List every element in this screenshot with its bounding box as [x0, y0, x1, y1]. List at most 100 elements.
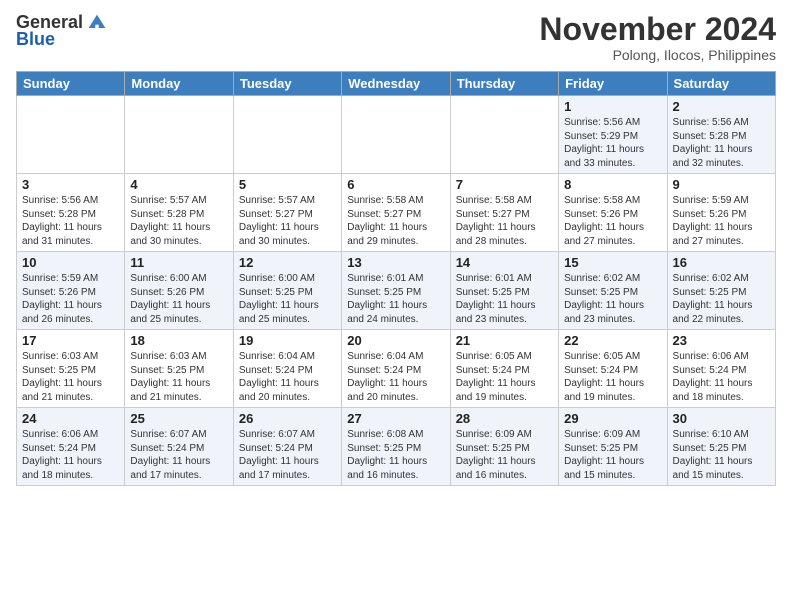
day-number: 26 — [239, 411, 336, 426]
cell-info: Sunrise: 6:02 AMSunset: 5:25 PMDaylight:… — [673, 272, 770, 326]
cell-info: Sunrise: 6:04 AMSunset: 5:24 PMDaylight:… — [347, 350, 444, 404]
logo: General Blue — [16, 12, 107, 50]
calendar-week-row: 17 Sunrise: 6:03 AMSunset: 5:25 PMDayligh… — [17, 330, 776, 408]
calendar-cell: 22 Sunrise: 6:05 AMSunset: 5:24 PMDayligh… — [559, 330, 667, 408]
day-number: 29 — [564, 411, 661, 426]
day-number: 4 — [130, 177, 227, 192]
calendar-cell: 6 Sunrise: 5:58 AMSunset: 5:27 PMDaylight… — [342, 174, 450, 252]
calendar-week-row: 1 Sunrise: 5:56 AMSunset: 5:29 PMDaylight… — [17, 96, 776, 174]
calendar-cell: 13 Sunrise: 6:01 AMSunset: 5:25 PMDayligh… — [342, 252, 450, 330]
calendar-page: General Blue November 2024 Polong, Iloco… — [0, 0, 792, 612]
calendar-cell: 27 Sunrise: 6:08 AMSunset: 5:25 PMDayligh… — [342, 408, 450, 486]
day-number: 27 — [347, 411, 444, 426]
calendar-header-row: SundayMondayTuesdayWednesdayThursdayFrid… — [17, 72, 776, 96]
calendar-cell: 7 Sunrise: 5:58 AMSunset: 5:27 PMDaylight… — [450, 174, 558, 252]
calendar-cell — [17, 96, 125, 174]
day-number: 24 — [22, 411, 119, 426]
cell-info: Sunrise: 6:05 AMSunset: 5:24 PMDaylight:… — [456, 350, 553, 404]
day-number: 2 — [673, 99, 770, 114]
day-number: 1 — [564, 99, 661, 114]
cell-info: Sunrise: 6:03 AMSunset: 5:25 PMDaylight:… — [22, 350, 119, 404]
calendar-cell: 9Sunrise: 5:59 AMSunset: 5:26 PMDaylight… — [667, 174, 775, 252]
cell-info: Sunrise: 6:10 AMSunset: 5:25 PMDaylight:… — [673, 428, 770, 482]
calendar-cell: 5 Sunrise: 5:57 AMSunset: 5:27 PMDaylight… — [233, 174, 341, 252]
calendar-cell — [125, 96, 233, 174]
day-number: 12 — [239, 255, 336, 270]
cell-info: Sunrise: 6:08 AMSunset: 5:25 PMDaylight:… — [347, 428, 444, 482]
day-number: 3 — [22, 177, 119, 192]
calendar-week-row: 10Sunrise: 5:59 AMSunset: 5:26 PMDayligh… — [17, 252, 776, 330]
calendar-cell: 12 Sunrise: 6:00 AMSunset: 5:25 PMDayligh… — [233, 252, 341, 330]
day-number: 23 — [673, 333, 770, 348]
day-number: 18 — [130, 333, 227, 348]
calendar-cell: 3 Sunrise: 5:56 AMSunset: 5:28 PMDaylight… — [17, 174, 125, 252]
day-number: 19 — [239, 333, 336, 348]
calendar-cell: 17 Sunrise: 6:03 AMSunset: 5:25 PMDayligh… — [17, 330, 125, 408]
day-number: 22 — [564, 333, 661, 348]
cell-info: Sunrise: 6:00 AMSunset: 5:26 PMDaylight:… — [130, 272, 227, 326]
logo-icon — [87, 13, 107, 33]
calendar-cell: 19 Sunrise: 6:04 AMSunset: 5:24 PMDayligh… — [233, 330, 341, 408]
calendar-cell: 25Sunrise: 6:07 AMSunset: 5:24 PMDayligh… — [125, 408, 233, 486]
cell-info: Sunrise: 6:04 AMSunset: 5:24 PMDaylight:… — [239, 350, 336, 404]
cell-info: Sunrise: 6:00 AMSunset: 5:25 PMDaylight:… — [239, 272, 336, 326]
cell-info: Sunrise: 6:06 AMSunset: 5:24 PMDaylight:… — [673, 350, 770, 404]
day-number: 8 — [564, 177, 661, 192]
location: Polong, Ilocos, Philippines — [539, 47, 776, 63]
calendar-week-row: 3 Sunrise: 5:56 AMSunset: 5:28 PMDaylight… — [17, 174, 776, 252]
cell-info: Sunrise: 6:07 AMSunset: 5:24 PMDaylight:… — [239, 428, 336, 482]
day-number: 15 — [564, 255, 661, 270]
day-of-week-header: Sunday — [17, 72, 125, 96]
cell-info: Sunrise: 6:06 AMSunset: 5:24 PMDaylight:… — [22, 428, 119, 482]
day-number: 14 — [456, 255, 553, 270]
calendar-cell: 21 Sunrise: 6:05 AMSunset: 5:24 PMDayligh… — [450, 330, 558, 408]
calendar-cell: 14Sunrise: 6:01 AMSunset: 5:25 PMDayligh… — [450, 252, 558, 330]
calendar-cell: 26 Sunrise: 6:07 AMSunset: 5:24 PMDayligh… — [233, 408, 341, 486]
day-of-week-header: Wednesday — [342, 72, 450, 96]
cell-info: Sunrise: 5:56 AMSunset: 5:28 PMDaylight:… — [22, 194, 119, 248]
day-number: 21 — [456, 333, 553, 348]
cell-info: Sunrise: 5:57 AMSunset: 5:28 PMDaylight:… — [130, 194, 227, 248]
cell-info: Sunrise: 6:09 AMSunset: 5:25 PMDaylight:… — [564, 428, 661, 482]
calendar-cell: 24 Sunrise: 6:06 AMSunset: 5:24 PMDayligh… — [17, 408, 125, 486]
month-title: November 2024 — [539, 12, 776, 47]
calendar-cell: 15 Sunrise: 6:02 AMSunset: 5:25 PMDayligh… — [559, 252, 667, 330]
day-of-week-header: Friday — [559, 72, 667, 96]
calendar-cell: 30 Sunrise: 6:10 AMSunset: 5:25 PMDayligh… — [667, 408, 775, 486]
calendar-cell: 28Sunrise: 6:09 AMSunset: 5:25 PMDayligh… — [450, 408, 558, 486]
day-number: 7 — [456, 177, 553, 192]
cell-info: Sunrise: 6:03 AMSunset: 5:25 PMDaylight:… — [130, 350, 227, 404]
cell-info: Sunrise: 5:58 AMSunset: 5:26 PMDaylight:… — [564, 194, 661, 248]
day-of-week-header: Saturday — [667, 72, 775, 96]
calendar-cell — [342, 96, 450, 174]
cell-info: Sunrise: 6:05 AMSunset: 5:24 PMDaylight:… — [564, 350, 661, 404]
cell-info: Sunrise: 5:58 AMSunset: 5:27 PMDaylight:… — [347, 194, 444, 248]
calendar-week-row: 24 Sunrise: 6:06 AMSunset: 5:24 PMDayligh… — [17, 408, 776, 486]
calendar-cell: 16 Sunrise: 6:02 AMSunset: 5:25 PMDayligh… — [667, 252, 775, 330]
header: General Blue November 2024 Polong, Iloco… — [16, 12, 776, 63]
day-of-week-header: Monday — [125, 72, 233, 96]
day-number: 6 — [347, 177, 444, 192]
day-number: 30 — [673, 411, 770, 426]
cell-info: Sunrise: 5:58 AMSunset: 5:27 PMDaylight:… — [456, 194, 553, 248]
day-number: 17 — [22, 333, 119, 348]
calendar-cell — [233, 96, 341, 174]
day-number: 9 — [673, 177, 770, 192]
day-number: 11 — [130, 255, 227, 270]
calendar-table: SundayMondayTuesdayWednesdayThursdayFrid… — [16, 71, 776, 486]
calendar-cell: 23 Sunrise: 6:06 AMSunset: 5:24 PMDayligh… — [667, 330, 775, 408]
cell-info: Sunrise: 5:56 AMSunset: 5:28 PMDaylight:… — [673, 116, 770, 170]
calendar-cell: 4 Sunrise: 5:57 AMSunset: 5:28 PMDaylight… — [125, 174, 233, 252]
day-number: 13 — [347, 255, 444, 270]
cell-info: Sunrise: 5:56 AMSunset: 5:29 PMDaylight:… — [564, 116, 661, 170]
day-number: 5 — [239, 177, 336, 192]
cell-info: Sunrise: 6:01 AMSunset: 5:25 PMDaylight:… — [347, 272, 444, 326]
calendar-cell: 1 Sunrise: 5:56 AMSunset: 5:29 PMDaylight… — [559, 96, 667, 174]
calendar-cell: 18 Sunrise: 6:03 AMSunset: 5:25 PMDayligh… — [125, 330, 233, 408]
calendar-cell: 29 Sunrise: 6:09 AMSunset: 5:25 PMDayligh… — [559, 408, 667, 486]
cell-info: Sunrise: 5:57 AMSunset: 5:27 PMDaylight:… — [239, 194, 336, 248]
calendar-cell: 8 Sunrise: 5:58 AMSunset: 5:26 PMDaylight… — [559, 174, 667, 252]
day-number: 16 — [673, 255, 770, 270]
calendar-cell: 11 Sunrise: 6:00 AMSunset: 5:26 PMDayligh… — [125, 252, 233, 330]
cell-info: Sunrise: 6:02 AMSunset: 5:25 PMDaylight:… — [564, 272, 661, 326]
